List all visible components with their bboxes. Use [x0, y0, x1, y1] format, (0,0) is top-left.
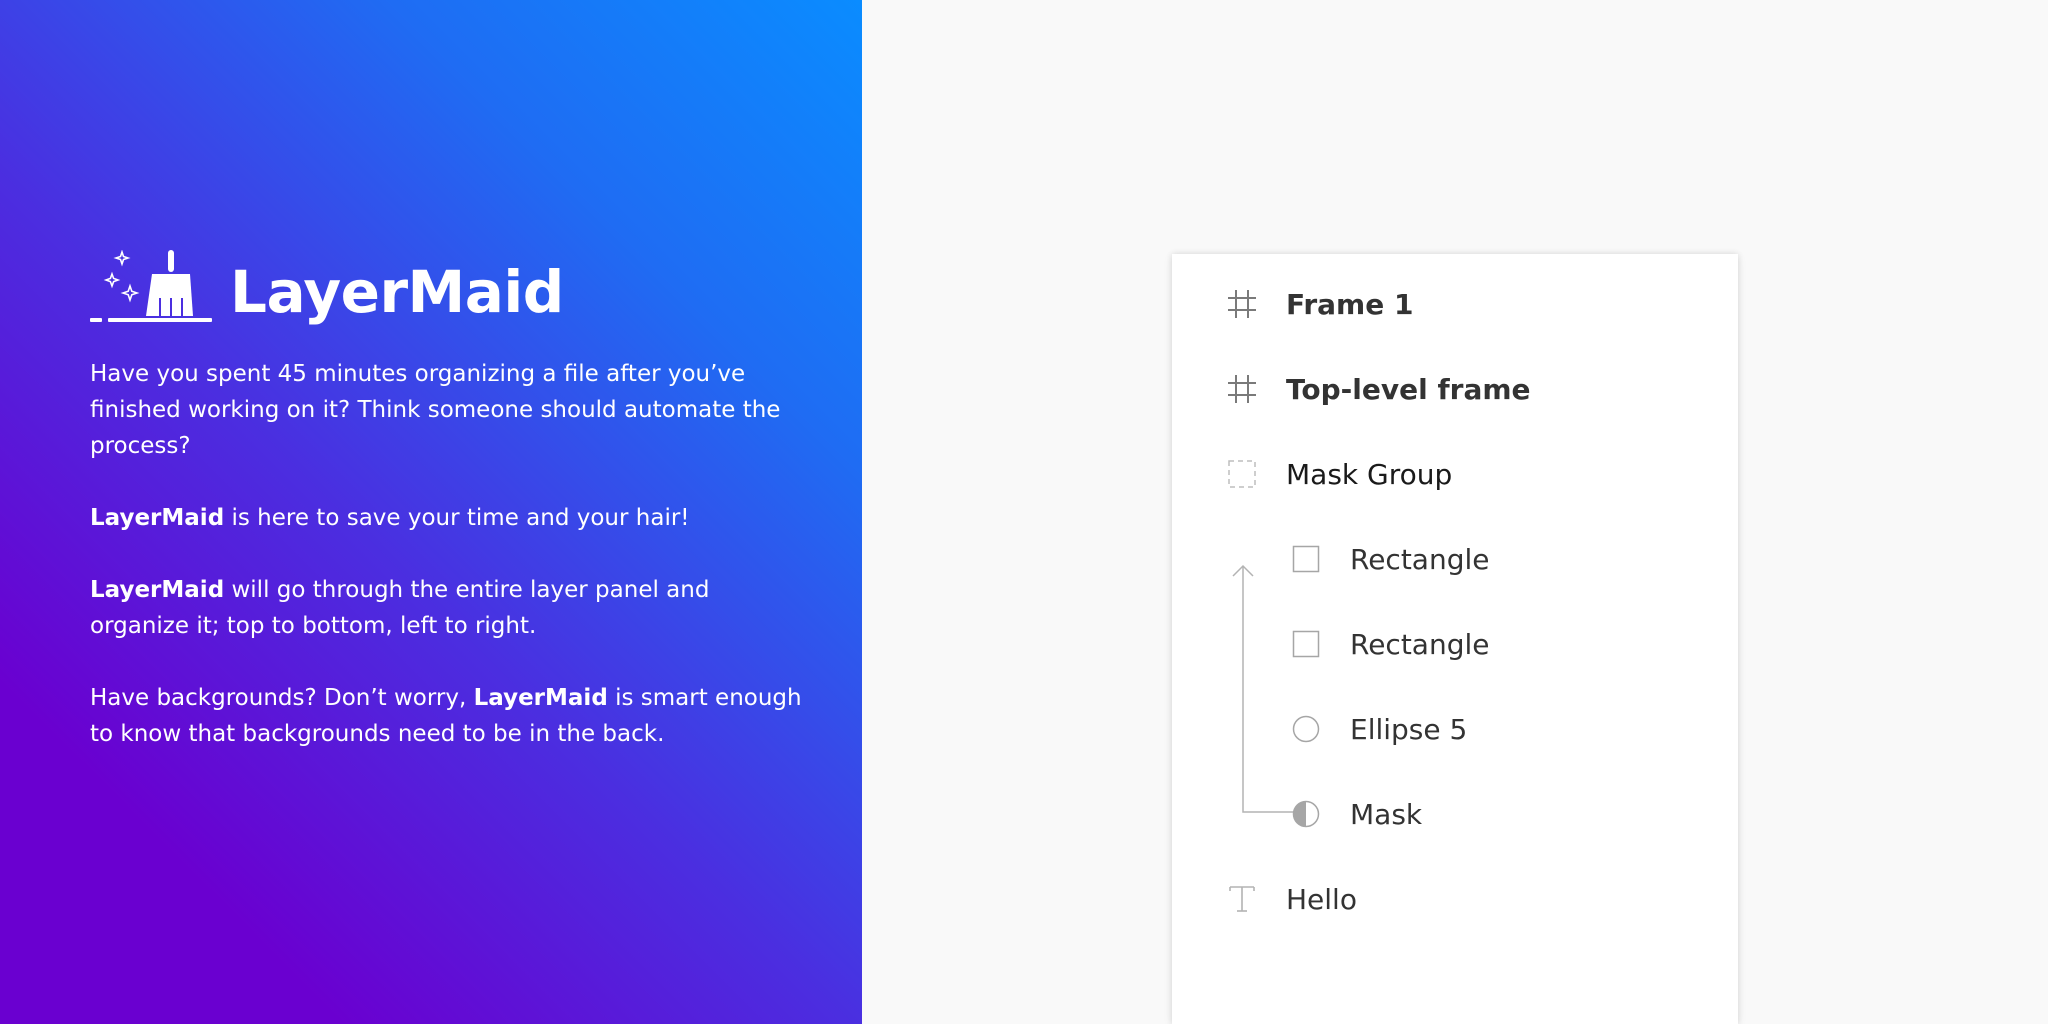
layer-label: Ellipse 5	[1350, 712, 1468, 746]
intro-copy: Have you spent 45 minutes organizing a f…	[90, 356, 810, 788]
intro-paragraph-1: Have you spent 45 minutes organizing a f…	[90, 361, 781, 459]
layer-label: Mask	[1350, 797, 1423, 831]
layer-label: Top-level frame	[1286, 372, 1531, 406]
layer-row-rectangle[interactable]: Rectangle	[1290, 624, 1489, 664]
layer-row-mask-group[interactable]: Mask Group	[1226, 454, 1452, 494]
layer-label: Rectangle	[1350, 627, 1490, 661]
intro-paragraph-2: LayerMaid is here to save your time and …	[90, 505, 690, 531]
layer-label: Hello	[1286, 882, 1357, 916]
layer-row-mask[interactable]: Mask	[1290, 794, 1422, 834]
broom-sparkle-icon	[90, 250, 212, 322]
layer-label: Rectangle	[1350, 542, 1490, 576]
brand-name: LayerMaid	[230, 258, 564, 326]
intro-paragraph-3: LayerMaid will go through the entire lay…	[90, 577, 710, 639]
mask-icon	[1290, 798, 1322, 830]
frame-icon	[1226, 373, 1258, 405]
rectangle-icon	[1290, 543, 1322, 575]
layer-row-top-level-frame[interactable]: Top-level frame	[1226, 369, 1531, 409]
text-icon	[1226, 883, 1258, 915]
mask-group-icon	[1226, 458, 1258, 490]
layer-row-ellipse-5[interactable]: Ellipse 5	[1290, 709, 1467, 749]
rectangle-icon	[1290, 628, 1322, 660]
frame-icon	[1226, 288, 1258, 320]
layer-row-rectangle[interactable]: Rectangle	[1290, 539, 1489, 579]
layers-panel: Frame 1 Top-level frame Mask Group Recta…	[1172, 254, 1738, 1024]
brand-logo: LayerMaid	[90, 250, 564, 326]
layer-label: Frame 1	[1286, 287, 1414, 321]
intro-paragraph-4: Have backgrounds? Don’t worry, LayerMaid…	[90, 685, 802, 747]
layer-label: Mask Group	[1286, 457, 1453, 491]
layer-row-frame-1[interactable]: Frame 1	[1226, 284, 1413, 324]
ellipse-icon	[1290, 713, 1322, 745]
hero-section: LayerMaid Have you spent 45 minutes orga…	[0, 0, 862, 1024]
layer-row-hello[interactable]: Hello	[1226, 879, 1357, 919]
